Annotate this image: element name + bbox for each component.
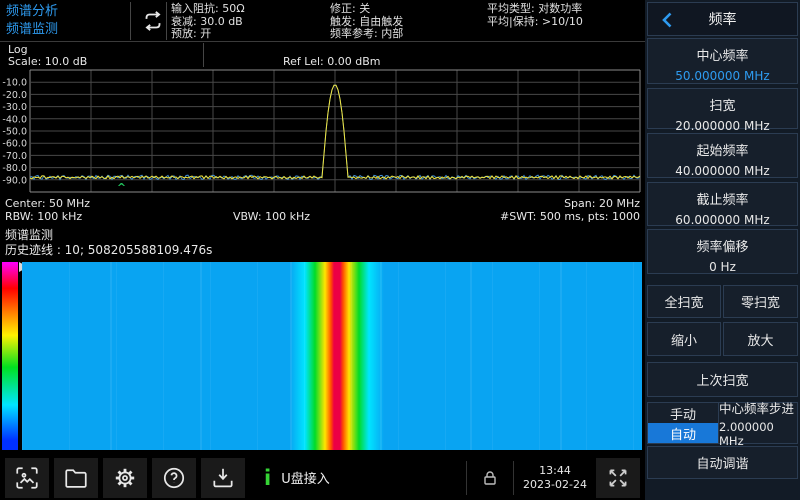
rbw-readout: RBW: 100 kHz	[5, 210, 82, 223]
zoom-out-button[interactable]: 缩小	[647, 322, 721, 356]
step-manual-option[interactable]: 手动	[648, 403, 718, 423]
step-mode-toggle: 手动 自动	[648, 403, 719, 443]
svg-text:-80.0: -80.0	[2, 163, 27, 174]
span-button[interactable]: 扫宽 20.000000 MHz	[647, 88, 798, 129]
stop-frequency-button[interactable]: 截止频率 60.000000 MHz	[647, 182, 798, 226]
svg-text:-20.0: -20.0	[2, 90, 27, 101]
center-frequency-button[interactable]: 中心频率 50.000000 MHz	[647, 38, 798, 84]
spectrum-trace-canvas: -10.0-20.0-30.0-40.0 -50.0-60.0-70.0-80.0…	[0, 62, 645, 198]
svg-text:-60.0: -60.0	[2, 139, 27, 150]
start-frequency-button[interactable]: 起始频率 40.000000 MHz	[647, 133, 798, 178]
menu-spectrum-analysis[interactable]: 频谱分析	[6, 3, 58, 21]
center-frequency-readout: Center: 50 MHz	[5, 197, 90, 210]
trigger-settings-readout: 修正: 关触发: 自由触发频率参考: 内部	[330, 3, 403, 41]
divider	[130, 2, 131, 40]
divider	[466, 461, 467, 495]
help-icon	[161, 465, 187, 491]
fullscreen-button[interactable]	[596, 458, 640, 498]
frequency-offset-button[interactable]: 频率偏移 0 Hz	[647, 229, 798, 274]
waterfall-colorbar	[2, 262, 18, 450]
svg-text:-30.0: -30.0	[2, 102, 27, 113]
clock: 13:44 2023-02-24	[519, 464, 591, 492]
svg-text:-90.0: -90.0	[2, 175, 27, 186]
sidebar-title: 频率	[709, 9, 737, 29]
step-auto-option[interactable]: 自动	[648, 423, 718, 443]
monitor-header: 频谱监测 历史迹线 : 10; 508205588109.476s	[5, 228, 212, 257]
top-status-bar: 频谱分析 频谱监测 输入阻抗: 50Ω衰减: 30.0 dB预放: 开 修正: …	[0, 0, 645, 42]
center-frequency-step-control: 手动 自动 中心频率步进 2.000000 MHz	[647, 402, 798, 444]
usb-status-label: U盘接入	[281, 468, 330, 487]
save-button[interactable]	[201, 458, 245, 498]
time-readout: 13:44	[519, 464, 591, 478]
lock-icon	[482, 469, 498, 487]
divider	[166, 2, 167, 40]
lock-indicator	[472, 469, 508, 487]
waterfall-display	[22, 262, 642, 450]
gear-icon	[112, 465, 138, 491]
center-frequency-step-button[interactable]: 中心频率步进 2.000000 MHz	[719, 403, 797, 443]
history-trace-readout: 历史迹线 : 10; 508205588109.476s	[5, 243, 212, 258]
loop-icon	[139, 8, 167, 34]
usb-status: i U盘接入	[264, 468, 330, 488]
svg-text:-10.0: -10.0	[2, 78, 27, 89]
sidebar-frequency-menu: 频率 中心频率 50.000000 MHz 扫宽 20.000000 MHz 起…	[645, 0, 800, 500]
sweep-time-readout: #SWT: 500 ms, pts: 1000	[500, 210, 640, 223]
divider	[513, 461, 514, 495]
zero-span-button[interactable]: 零扫宽	[723, 285, 798, 318]
spectrum-plot: -10.0-20.0-30.0-40.0 -50.0-60.0-70.0-80.0…	[0, 62, 645, 198]
info-icon: i	[264, 468, 271, 488]
sidebar-header-back[interactable]: 频率	[647, 2, 798, 36]
auto-tune-button[interactable]: 自动调谐	[647, 446, 798, 479]
mode-menu: 频谱分析 频谱监测	[6, 3, 58, 39]
svg-text:-40.0: -40.0	[2, 114, 27, 125]
monitor-title: 频谱监测	[5, 228, 212, 243]
settings-button[interactable]	[103, 458, 147, 498]
svg-text:^: ^	[117, 181, 126, 194]
span-readout: Span: 20 MHz	[564, 197, 640, 210]
last-span-button[interactable]: 上次扫宽	[647, 362, 798, 397]
average-settings-readout: 平均类型: 对数功率平均|保持: >10/10	[487, 3, 583, 28]
screenshot-button[interactable]	[5, 458, 49, 498]
screenshot-icon	[14, 465, 40, 491]
help-button[interactable]	[152, 458, 196, 498]
folder-icon	[63, 465, 89, 491]
back-chevron-icon	[661, 11, 673, 29]
date-readout: 2023-02-24	[519, 478, 591, 492]
full-span-button[interactable]: 全扫宽	[647, 285, 721, 318]
input-settings-readout: 输入阻抗: 50Ω衰减: 30.0 dB预放: 开	[171, 3, 245, 41]
svg-text:-50.0: -50.0	[2, 127, 27, 138]
download-icon	[210, 465, 236, 491]
svg-text:-70.0: -70.0	[2, 151, 27, 162]
expand-arrows-icon	[605, 465, 631, 491]
zoom-in-button[interactable]: 放大	[723, 322, 798, 356]
vbw-readout: VBW: 100 kHz	[233, 210, 310, 223]
file-manager-button[interactable]	[54, 458, 98, 498]
bottom-toolbar: i U盘接入 13:44 2023-02-24	[0, 455, 645, 500]
sweep-loop-button[interactable]	[136, 6, 170, 36]
menu-spectrum-monitor[interactable]: 频谱监测	[6, 21, 58, 39]
